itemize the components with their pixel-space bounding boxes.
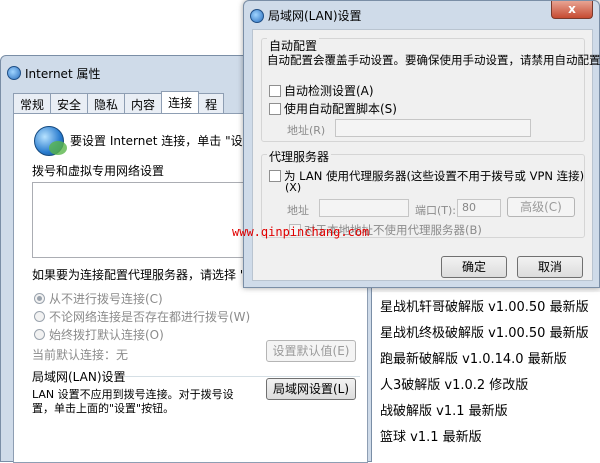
network-icon xyxy=(250,8,264,23)
list-item[interactable]: 战破解版 v1.1 最新版 xyxy=(380,400,508,419)
internet-globe-icon xyxy=(7,66,21,80)
radio-button-icon xyxy=(34,293,45,304)
proxy-address-input[interactable] xyxy=(319,199,409,217)
lan-settings-heading: 局域网(LAN)设置 xyxy=(32,370,126,384)
watermark-text: www.qinpinchang.com xyxy=(232,225,370,239)
window-titlebar[interactable]: Internet 属性 xyxy=(7,64,100,82)
list-item[interactable]: 人3破解版 v1.0.2 修改版 xyxy=(380,374,528,393)
intro-text: 要设置 Internet 连接，单击 "设置 xyxy=(70,134,255,148)
checkbox-icon xyxy=(269,103,281,115)
network-globe-icon xyxy=(34,126,67,156)
close-button[interactable]: x xyxy=(551,1,593,19)
checkbox-icon xyxy=(269,85,281,97)
radio-dial-whenever[interactable]: 不论网络连接是否存在都进行拨号(W) xyxy=(34,308,250,325)
list-item[interactable]: 篮球 v1.1 最新版 xyxy=(380,426,482,445)
proxy-address-label: 地址 xyxy=(287,204,309,217)
proxy-server-heading: 代理服务器 xyxy=(267,148,332,165)
dialup-heading: 拨号和虚拟专用网络设置 xyxy=(32,164,165,178)
tab-strip: 常规 安全 隐私 内容 连接 程 xyxy=(13,91,225,113)
lan-settings-dialog: 局域网(LAN)设置 x 自动配置 自动配置会覆盖手动设置。要确保使用手动设置，… xyxy=(243,0,600,288)
section-divider xyxy=(124,376,360,377)
port-input[interactable]: 80 xyxy=(457,199,501,217)
radio-button-icon xyxy=(34,329,45,340)
script-address-input[interactable] xyxy=(335,119,531,137)
proxy-hint-text: 如果要为连接配置代理服务器，请选择 "设 xyxy=(32,268,258,282)
list-item[interactable]: 跑最新破解版 v1.0.14.0 最新版 xyxy=(380,348,567,367)
advanced-button[interactable]: 高级(C) xyxy=(507,197,575,217)
radio-always-dial[interactable]: 始终拨打默认连接(O) xyxy=(34,326,164,343)
ok-button[interactable]: 确定 xyxy=(441,256,507,278)
radio-button-icon xyxy=(34,311,45,322)
list-item[interactable]: 星战机轩哥破解版 v1.00.50 最新版 xyxy=(380,296,589,315)
current-default-connection: 当前默认连接：无 xyxy=(32,348,129,362)
use-proxy-checkbox[interactable]: 为 LAN 使用代理服务器(这些设置不用于拨号或 VPN 连接) xyxy=(269,168,584,184)
checkbox-icon xyxy=(269,170,281,182)
tab-content[interactable]: 内容 xyxy=(124,93,163,113)
tab-connections[interactable]: 连接 xyxy=(161,91,200,113)
window-title: Internet 属性 xyxy=(25,66,101,81)
port-label: 端口(T): xyxy=(415,204,457,217)
script-address-label: 地址(R) xyxy=(287,124,326,137)
auto-config-description: 自动配置会覆盖手动设置。要确保使用手动设置，请禁用自动配置。 xyxy=(267,53,600,67)
dialog-titlebar[interactable]: 局域网(LAN)设置 xyxy=(250,7,362,24)
radio-never-dial[interactable]: 从不进行拨号连接(C) xyxy=(34,290,163,307)
background-download-list: 星战机轩哥破解版 v1.00.50 最新版 星战机终极破解版 v1.00.50 … xyxy=(372,292,600,462)
lan-settings-panel: 自动配置 自动配置会覆盖手动设置。要确保使用手动设置，请禁用自动配置。 自动检测… xyxy=(252,29,600,281)
tab-general[interactable]: 常规 xyxy=(13,93,52,113)
tab-programs[interactable]: 程 xyxy=(198,93,225,113)
tab-privacy[interactable]: 隐私 xyxy=(87,93,126,113)
set-default-button[interactable]: 设置默认值(E) xyxy=(266,340,356,362)
list-item[interactable]: 星战机终极破解版 v1.00.50 最新版 xyxy=(380,322,589,341)
lan-settings-button[interactable]: 局域网设置(L) xyxy=(266,378,356,400)
tab-security[interactable]: 安全 xyxy=(50,93,89,113)
use-proxy-accelerator: (X) xyxy=(285,181,302,194)
dialog-title: 局域网(LAN)设置 xyxy=(268,9,362,23)
auto-config-script-checkbox[interactable]: 使用自动配置脚本(S) xyxy=(269,100,397,117)
auto-detect-checkbox[interactable]: 自动检测设置(A) xyxy=(269,82,374,99)
cancel-button[interactable]: 取消 xyxy=(517,256,583,278)
lan-description-line2: 置，单击上面的"设置"按钮。 xyxy=(32,402,175,415)
